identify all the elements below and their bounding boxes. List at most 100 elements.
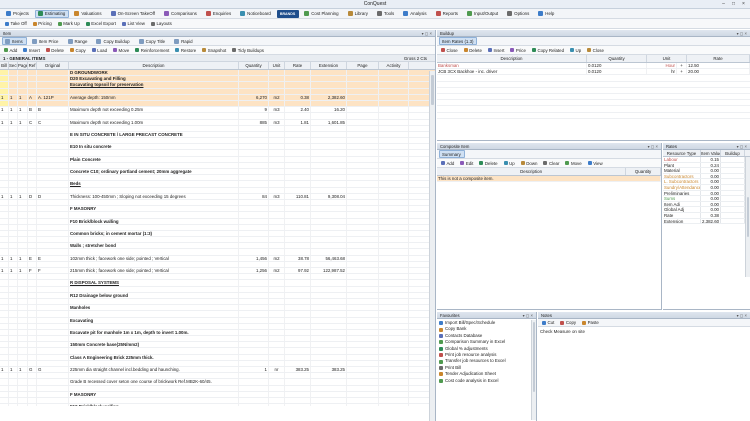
menu-estimating[interactable]: Estimating (34, 9, 70, 18)
menu-comparisons[interactable]: Comparisons (161, 10, 201, 18)
buildup-tabs: Item Rates (1.3) (437, 37, 750, 46)
snapshot-button[interactable]: Snapshot (200, 47, 228, 54)
tab-copy-buildup[interactable]: Copy Buildup (93, 37, 133, 45)
column-rate[interactable]: Rate (687, 55, 750, 62)
copy-related-button[interactable]: Copy Related (530, 47, 566, 54)
close-button[interactable]: Close (585, 47, 606, 54)
column-ref[interactable]: Ref (28, 62, 37, 69)
take-off-button[interactable]: Take Off (3, 20, 29, 27)
clear-button[interactable]: Clear (541, 160, 561, 167)
tab-item-price[interactable]: Item Price (29, 37, 63, 45)
menu-on-screen-takeoff[interactable]: On-Screen TakeOff (108, 10, 159, 18)
add-button[interactable]: Add (439, 160, 456, 167)
column-quantity[interactable]: Quantity (239, 62, 269, 69)
panel-controls-icon[interactable]: ▾ ◻ × (737, 143, 747, 150)
tab-summary[interactable]: Summary (439, 150, 465, 158)
tab-copy-title[interactable]: Copy Title (136, 37, 170, 45)
composite-row[interactable]: This is not a composite item. (437, 176, 661, 183)
view-button[interactable]: View (586, 160, 605, 167)
load-button[interactable]: Load (90, 47, 109, 54)
paste-button[interactable]: Paste (580, 319, 601, 326)
bill-vertical-scrollbar[interactable] (429, 71, 435, 421)
notes-text[interactable]: Check Measure on site (538, 327, 750, 336)
edit-button[interactable]: Edit (458, 160, 475, 167)
column-resource-type[interactable]: Resource Type (663, 150, 701, 156)
column-extension[interactable]: Extension (311, 62, 347, 69)
excel-export-button[interactable]: Excel Export (84, 20, 118, 27)
tab-items[interactable]: Items (2, 37, 27, 45)
minimize-button[interactable]: – (719, 1, 728, 7)
pricing-button[interactable]: Pricing (31, 20, 54, 27)
column-page[interactable]: Page (18, 62, 28, 69)
favourites-scrollbar[interactable] (531, 320, 536, 420)
up-button[interactable]: Up (568, 47, 583, 54)
menu-enquiries[interactable]: Enquiries (203, 10, 235, 18)
insert-button[interactable]: Insert (486, 47, 506, 54)
favourite-item[interactable]: Cost code analysis in Excel (437, 378, 536, 384)
tab-range[interactable]: Range (65, 37, 92, 45)
column-buildup[interactable]: Buildup (721, 150, 745, 156)
paste-icon (582, 320, 587, 325)
tidy-buildups-button[interactable]: Tidy Buildups (230, 47, 266, 54)
column-original[interactable]: Original (37, 62, 69, 69)
copy-button[interactable]: Copy (68, 47, 88, 54)
menu-library[interactable]: Library (345, 10, 372, 18)
column-quantity[interactable]: Quantity (587, 55, 647, 62)
menu-tools[interactable]: Tools (374, 10, 398, 18)
tab-rapid[interactable]: Rapid (171, 37, 196, 45)
delete-button[interactable]: Delete (462, 47, 484, 54)
rates-vertical-scrollbar[interactable] (745, 157, 750, 277)
column-item-value[interactable]: Item Value (701, 150, 721, 156)
menu-options[interactable]: Options (504, 10, 533, 18)
panel-controls-icon[interactable]: ▾ ◻ × (737, 312, 747, 319)
menu-valuations[interactable]: Valuations (71, 10, 105, 18)
panel-controls-icon[interactable]: ▾ ◻ × (737, 30, 747, 37)
column-description[interactable]: Description (69, 62, 239, 69)
down-icon (520, 161, 525, 165)
insert-button[interactable]: Insert (21, 47, 41, 54)
menu-projects[interactable]: Projects (3, 10, 33, 18)
copy-button[interactable]: Copy (558, 319, 578, 326)
menu-input-output[interactable]: Input/Output (464, 10, 502, 18)
favourite-icon (439, 372, 443, 377)
up-button[interactable]: Up (502, 160, 517, 167)
restore-button[interactable]: Restore (173, 47, 198, 54)
maximize-button[interactable]: □ (729, 1, 738, 7)
menu-help[interactable]: Help (535, 10, 558, 18)
column-unit[interactable]: Unit (647, 55, 687, 62)
close-button[interactable]: Close (439, 47, 460, 54)
list-view-button[interactable]: List View (120, 20, 147, 27)
favourites-panel-title: Favourites (440, 313, 460, 318)
reinforcement-button[interactable]: Reinforcement (133, 47, 171, 54)
column-page[interactable]: Page (347, 62, 379, 69)
panel-controls-icon[interactable]: ▾ ◻ × (422, 30, 432, 37)
tab-item-rates[interactable]: Item Rates (1.3) (439, 37, 478, 45)
column-bill[interactable]: Bill (0, 62, 9, 69)
rates-row[interactable]: Extension 2,382.60 (663, 218, 750, 225)
move-button[interactable]: Move (563, 160, 583, 167)
column-description[interactable]: Description (437, 55, 587, 62)
column-description[interactable]: Description (437, 168, 627, 175)
menu-reports[interactable]: Reports (433, 10, 462, 18)
layouts-button[interactable]: Layouts (149, 20, 174, 27)
down-button[interactable]: Down (519, 160, 540, 167)
bill-row[interactable]: F10 Brick/block walling (0, 404, 435, 406)
price-button[interactable]: Price (508, 47, 528, 54)
panel-controls-icon[interactable]: ▾ ◻ × (523, 312, 533, 319)
menu-noticeboard[interactable]: Noticeboard (237, 10, 275, 18)
menu-analysis[interactable]: Analysis (400, 10, 430, 18)
column-section[interactable]: Section (9, 62, 18, 69)
menu-cost-planning[interactable]: Cost Planning (301, 10, 342, 18)
column-rate[interactable]: Rate (285, 62, 311, 69)
column-unit[interactable]: Unit (269, 62, 285, 69)
column-quantity[interactable]: Quantity (626, 168, 661, 175)
delete-button[interactable]: Delete (477, 160, 499, 167)
mark-up-button[interactable]: Mark Up (56, 20, 82, 27)
panel-controls-icon[interactable]: ▾ ◻ × (648, 143, 658, 150)
add-button[interactable]: Add (2, 47, 19, 54)
move-button[interactable]: Move (111, 47, 131, 54)
delete-button[interactable]: Delete (44, 47, 66, 54)
close-window-button[interactable]: × (739, 1, 748, 7)
column-activity[interactable]: Activity (379, 62, 409, 69)
cut-button[interactable]: Cut (540, 319, 556, 326)
